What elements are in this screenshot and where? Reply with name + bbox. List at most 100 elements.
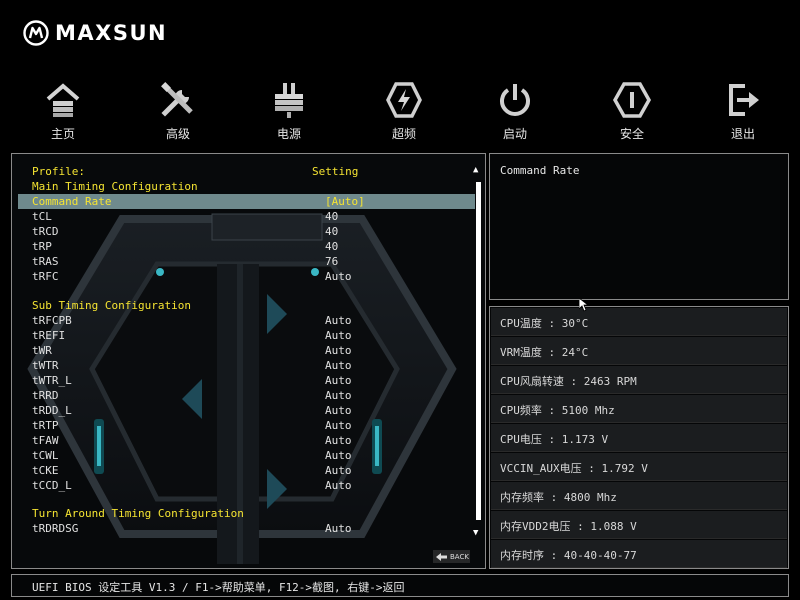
setting-row-tcwl[interactable]: tCWL Auto: [18, 448, 475, 463]
help-panel: Command Rate: [489, 153, 789, 300]
setting-value[interactable]: Auto: [325, 373, 352, 388]
settings-panel: Profile: Setting Main Timing Configurati…: [11, 153, 486, 569]
setting-row-trcd[interactable]: tRCD 40: [18, 224, 475, 239]
back-label: BACK: [450, 552, 469, 561]
setting-value[interactable]: Auto: [325, 269, 352, 284]
setting-value[interactable]: Auto: [325, 521, 352, 536]
setting-value[interactable]: 40: [325, 209, 338, 224]
tools-icon: [161, 82, 193, 117]
nav-overclock-label: 超频: [391, 127, 416, 141]
setting-row-tcke[interactable]: tCKE Auto: [18, 463, 475, 478]
setting-row-trdd-l[interactable]: tRDD_L Auto: [18, 403, 475, 418]
setting-value[interactable]: Auto: [325, 313, 352, 328]
nav-boot-label: 启动: [502, 127, 527, 141]
setting-row-trfc[interactable]: tRFC Auto: [18, 269, 475, 284]
exit-icon: [729, 84, 759, 116]
setting-value[interactable]: 40: [325, 239, 338, 254]
setting-label: tCCD_L: [32, 479, 72, 492]
setting-label: tRTP: [32, 419, 59, 432]
section-label: Main Timing Configuration: [32, 180, 198, 193]
power-plug-icon: [275, 83, 303, 118]
stat-text: 内存频率 : 4800 Mhz: [500, 491, 617, 504]
setting-row-trefi[interactable]: tREFI Auto: [18, 328, 475, 343]
setting-label: tREFI: [32, 329, 66, 342]
scroll-up-arrow-icon[interactable]: ▲: [473, 166, 478, 175]
footer-bar: UEFI BIOS 设定工具 V1.3 / F1->帮助菜单, F12->截图,…: [11, 574, 789, 597]
setting-label: tCWL: [32, 449, 59, 462]
setting-label: tWR: [32, 344, 52, 357]
setting-column-label: Setting: [312, 165, 359, 178]
home-icon: [46, 83, 80, 117]
setting-value[interactable]: Auto: [325, 388, 352, 403]
setting-row-tfaw[interactable]: tFAW Auto: [18, 433, 475, 448]
nav-power[interactable]: 电源: [249, 80, 329, 146]
setting-row-twtr-l[interactable]: tWTR_L Auto: [18, 373, 475, 388]
setting-label: tRAS: [32, 255, 59, 268]
stat-text: CPU电压 : 1.173 V: [500, 433, 609, 446]
nav-boot[interactable]: 启动: [475, 80, 555, 146]
setting-value[interactable]: Auto: [325, 328, 352, 343]
setting-row-trfcpb[interactable]: tRFCPB Auto: [18, 313, 475, 328]
setting-value[interactable]: Auto: [325, 448, 352, 463]
stat-text: VRM温度 : 24°C: [500, 346, 589, 359]
setting-value[interactable]: 40: [325, 224, 338, 239]
nav-security[interactable]: 安全: [592, 80, 672, 146]
stat-memory-frequency: 内存频率 : 4800 Mhz: [491, 482, 787, 510]
setting-value[interactable]: Auto: [325, 403, 352, 418]
setting-row-tras[interactable]: tRAS 76: [18, 254, 475, 269]
scroll-down-arrow-icon[interactable]: ▼: [473, 529, 478, 538]
nav-exit[interactable]: 退出: [703, 80, 783, 146]
setting-value[interactable]: Auto: [325, 418, 352, 433]
footer-text: UEFI BIOS 设定工具 V1.3 / F1->帮助菜单, F12->截图,…: [32, 581, 405, 594]
maxsun-logo-icon: [23, 20, 49, 46]
setting-value[interactable]: 76: [325, 254, 338, 269]
setting-label: tRFC: [32, 270, 59, 283]
setting-label: tCKE: [32, 464, 59, 477]
back-button[interactable]: BACK: [433, 550, 470, 563]
scroll-thumb[interactable]: [476, 182, 481, 520]
setting-value[interactable]: Auto: [325, 478, 352, 493]
nav-advanced-label: 高级: [165, 127, 190, 141]
setting-label: tFAW: [32, 434, 59, 447]
setting-value[interactable]: [Auto]: [325, 194, 365, 209]
stat-vccin-aux-voltage: VCCIN_AUX电压 : 1.792 V: [491, 453, 787, 481]
nav-power-label: 电源: [276, 127, 301, 141]
nav-home[interactable]: 主页: [23, 80, 103, 146]
setting-value[interactable]: Auto: [325, 433, 352, 448]
setting-label: tRRD: [32, 389, 59, 402]
back-arrow-icon: [436, 552, 447, 561]
nav-advanced[interactable]: 高级: [138, 80, 218, 146]
settings-scrollbar[interactable]: ▲ ▼: [472, 164, 484, 538]
setting-row-twr[interactable]: tWR Auto: [18, 343, 475, 358]
lightning-icon: [386, 82, 422, 118]
power-button-icon: [500, 84, 530, 116]
setting-row-tccd-l[interactable]: tCCD_L Auto: [18, 478, 475, 493]
section-sub-timing: Sub Timing Configuration: [18, 298, 475, 313]
setting-label: tRDD_L: [32, 404, 72, 417]
setting-label: tRDRDSG: [32, 522, 79, 535]
nav-exit-label: 退出: [730, 127, 755, 141]
section-label: Turn Around Timing Configuration: [32, 507, 244, 520]
setting-row-twtr[interactable]: tWTR Auto: [18, 358, 475, 373]
nav-overclock[interactable]: 超频: [364, 80, 444, 146]
stat-cpu-voltage: CPU电压 : 1.173 V: [491, 424, 787, 452]
setting-value[interactable]: Auto: [325, 343, 352, 358]
setting-label: tRCD: [32, 225, 59, 238]
setting-label: tWTR: [32, 359, 59, 372]
setting-value[interactable]: Auto: [325, 463, 352, 478]
setting-label: Command Rate: [32, 195, 112, 208]
brand-logo: MAXSUN: [23, 19, 167, 47]
mouse-cursor-icon: [579, 298, 589, 312]
setting-label: tWTR_L: [32, 374, 72, 387]
stat-text: CPU风扇转速 : 2463 RPM: [500, 375, 637, 388]
setting-row-trdrdsg[interactable]: tRDRDSG Auto: [18, 521, 475, 536]
setting-row-command-rate[interactable]: Command Rate [Auto]: [18, 194, 475, 209]
setting-value[interactable]: Auto: [325, 358, 352, 373]
setting-row-trp[interactable]: tRP 40: [18, 239, 475, 254]
setting-row-trrd[interactable]: tRRD Auto: [18, 388, 475, 403]
stat-cpu-temp: CPU温度 : 30°C: [491, 308, 787, 336]
section-turn-around-timing: Turn Around Timing Configuration: [18, 506, 475, 521]
setting-row-trtp[interactable]: tRTP Auto: [18, 418, 475, 433]
security-icon: [612, 82, 652, 118]
setting-row-tcl[interactable]: tCL 40: [18, 209, 475, 224]
